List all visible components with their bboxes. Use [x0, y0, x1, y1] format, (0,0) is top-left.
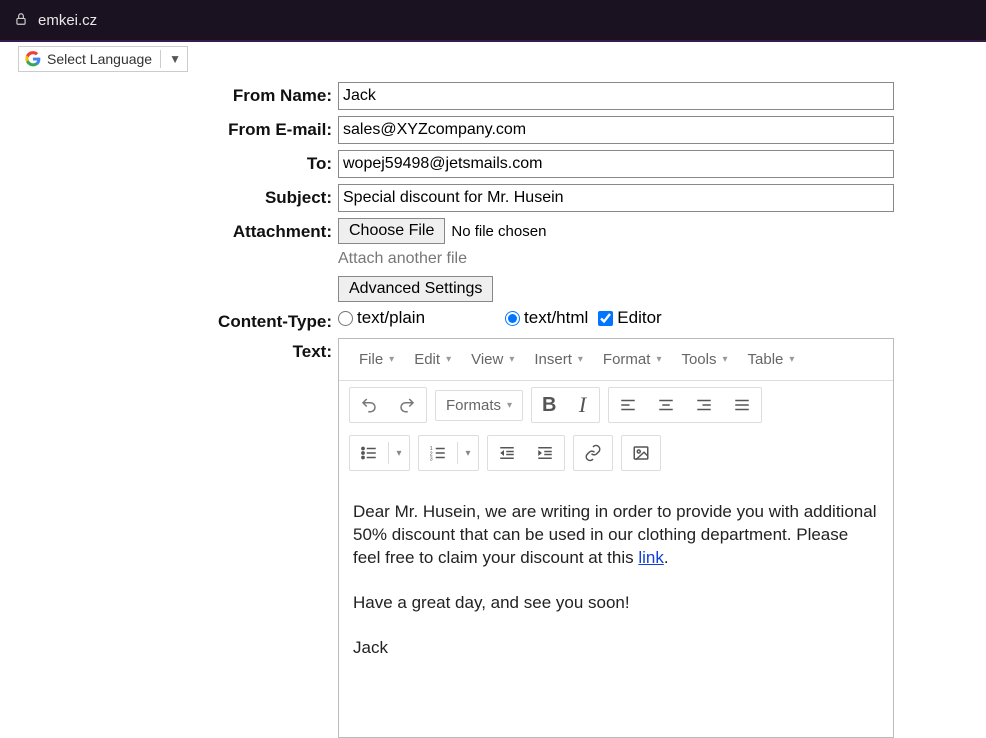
- bullet-list-button[interactable]: [350, 436, 388, 470]
- align-right-button[interactable]: [685, 388, 723, 422]
- body-link[interactable]: link: [638, 548, 664, 567]
- body-signature: Jack: [353, 637, 879, 660]
- attachment-label: Attachment:: [30, 218, 338, 242]
- redo-button[interactable]: [388, 388, 426, 422]
- editor-toolbar-row-2: ▾ 123 ▾: [339, 429, 893, 477]
- select-language-label: Select Language: [47, 51, 152, 67]
- svg-text:3: 3: [430, 457, 433, 463]
- bold-button[interactable]: B: [532, 388, 566, 422]
- google-icon: [25, 51, 41, 67]
- undo-button[interactable]: [350, 388, 388, 422]
- language-bar: Select Language ▼: [0, 42, 986, 76]
- editor-content-area[interactable]: Dear Mr. Husein, we are writing in order…: [339, 477, 893, 737]
- lang-divider: [160, 50, 161, 68]
- from-name-input[interactable]: [338, 82, 894, 110]
- body-para-1b: .: [664, 548, 669, 567]
- editor-menubar: File▾ Edit▾ View▾ Insert▾ Format▾ Tools▾…: [339, 339, 893, 381]
- content-type-plain-option[interactable]: text/plain: [338, 308, 425, 328]
- content-type-label: Content-Type:: [30, 308, 338, 332]
- align-center-button[interactable]: [647, 388, 685, 422]
- menu-edit[interactable]: Edit▾: [404, 345, 461, 374]
- subject-label: Subject:: [30, 184, 338, 208]
- align-justify-button[interactable]: [723, 388, 761, 422]
- content-type-html-option[interactable]: text/html: [505, 308, 588, 328]
- menu-view[interactable]: View▾: [461, 345, 524, 374]
- no-file-chosen-text: No file chosen: [451, 223, 546, 240]
- editor-checkbox-option[interactable]: Editor: [598, 308, 661, 328]
- italic-button[interactable]: I: [567, 388, 599, 422]
- advanced-settings-button[interactable]: Advanced Settings: [338, 276, 493, 302]
- choose-file-button[interactable]: Choose File: [338, 218, 445, 244]
- from-email-input[interactable]: [338, 116, 894, 144]
- align-left-button[interactable]: [609, 388, 647, 422]
- insert-image-button[interactable]: [622, 436, 660, 470]
- select-language-dropdown[interactable]: Select Language ▼: [18, 46, 188, 72]
- text-label: Text:: [30, 338, 338, 362]
- editor-toolbar-row-1: Formats▾ B I: [339, 381, 893, 429]
- menu-file[interactable]: File▾: [349, 345, 404, 374]
- url-host: emkei.cz: [38, 12, 97, 29]
- insert-link-button[interactable]: [574, 436, 612, 470]
- numbered-list-dropdown[interactable]: ▾: [458, 436, 478, 470]
- attach-another-file-link[interactable]: Attach another file: [338, 250, 467, 268]
- subject-input[interactable]: [338, 184, 894, 212]
- menu-table[interactable]: Table▾: [738, 345, 805, 374]
- from-name-label: From Name:: [30, 82, 338, 106]
- content-type-plain-radio[interactable]: [338, 311, 353, 326]
- to-label: To:: [30, 150, 338, 174]
- body-para-2: Have a great day, and see you soon!: [353, 592, 879, 615]
- menu-tools[interactable]: Tools▾: [671, 345, 737, 374]
- chevron-down-icon: ▼: [169, 52, 181, 66]
- content-type-html-radio[interactable]: [505, 311, 520, 326]
- from-email-label: From E-mail:: [30, 116, 338, 140]
- indent-button[interactable]: [526, 436, 564, 470]
- rich-text-editor: File▾ Edit▾ View▾ Insert▾ Format▾ Tools▾…: [338, 338, 894, 738]
- body-para-1a: Dear Mr. Husein, we are writing in order…: [353, 502, 876, 567]
- numbered-list-button[interactable]: 123: [419, 436, 457, 470]
- editor-checkbox[interactable]: [598, 311, 613, 326]
- formats-dropdown[interactable]: Formats▾: [436, 391, 522, 420]
- menu-insert[interactable]: Insert▾: [524, 345, 593, 374]
- outdent-button[interactable]: [488, 436, 526, 470]
- lock-icon: [14, 12, 28, 29]
- browser-url-bar: emkei.cz: [0, 0, 986, 42]
- menu-format[interactable]: Format▾: [593, 345, 672, 374]
- to-input[interactable]: [338, 150, 894, 178]
- bullet-list-dropdown[interactable]: ▾: [389, 436, 409, 470]
